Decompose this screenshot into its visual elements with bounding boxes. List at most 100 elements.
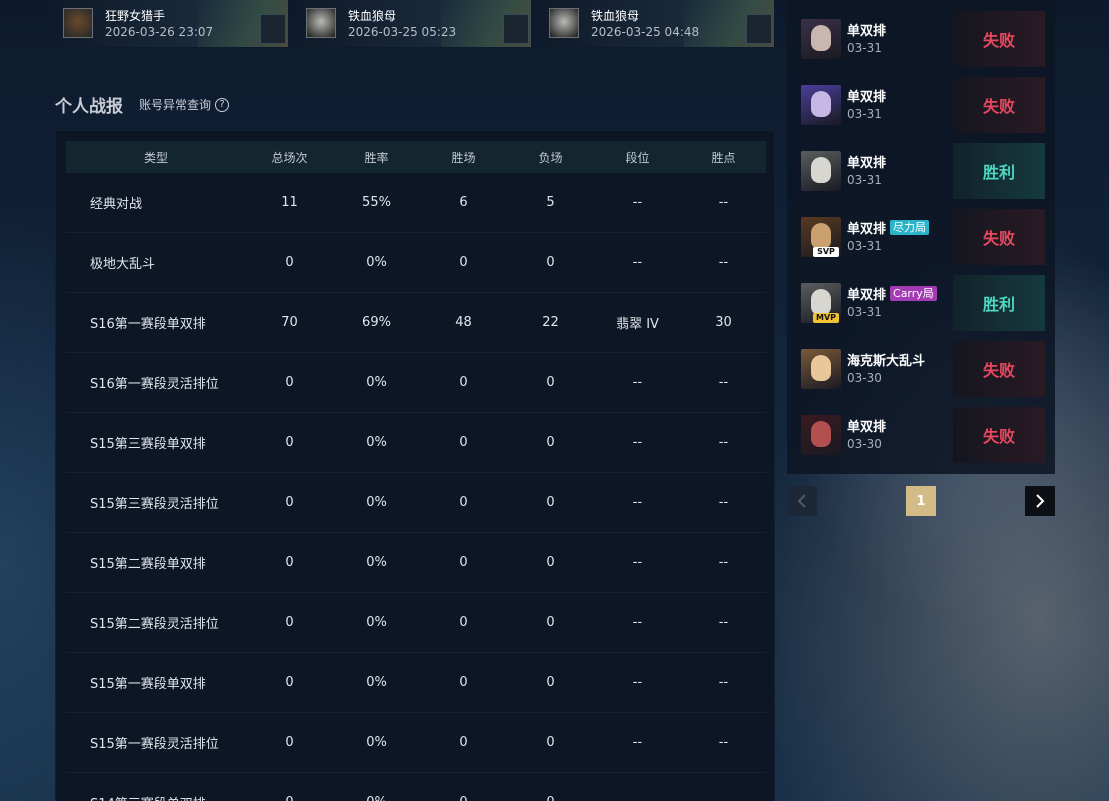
column-header-losses: 负场 [538, 150, 563, 165]
column-header-type: 类型 [143, 150, 168, 165]
cell-winrate: 0% [366, 255, 387, 270]
cell-total: 0 [285, 495, 294, 510]
column-header-tier: 段位 [625, 150, 650, 165]
recent-champion-cards: 狂野女猎手 2026-03-26 23:07 铁血狼母 2026-03-25 05:2… [55, 0, 775, 47]
match-time: 2026-03-26 23:07 [105, 25, 214, 39]
match-mode: 单双排 [847, 20, 886, 39]
cell-total: 0 [285, 735, 294, 750]
svp-badge: SVP [813, 247, 839, 257]
cell-total: 70 [281, 315, 298, 330]
card-item-icon [746, 14, 772, 44]
cell-type: S14第三赛段单双排 [66, 793, 246, 801]
cell-wins: 48 [455, 315, 472, 330]
match-mode-label: 单双排 [847, 24, 887, 39]
cell-winrate: 0% [366, 495, 387, 510]
cell-tier: -- [594, 795, 681, 801]
cell-winrate: 0% [366, 435, 387, 450]
match-time: 2026-03-25 04:48 [591, 25, 700, 39]
match-item[interactable]: 海克斯大乱斗 03-30 失败 [787, 341, 1055, 397]
cell-type: S15第三赛段灵活排位 [90, 497, 219, 512]
match-item[interactable]: 单双排 03-30 失败 [787, 407, 1055, 463]
cell-total: 0 [285, 435, 294, 450]
cell-winrate: 69% [362, 315, 391, 330]
match-date: 03-31 [847, 239, 882, 253]
match-result: 胜利 [953, 143, 1045, 199]
cell-losses: 0 [507, 795, 594, 801]
page-title: 个人战报 [55, 97, 123, 117]
recent-champion-card[interactable]: 铁血狼母 2026-03-25 04:48 [541, 0, 774, 47]
match-date: 03-31 [847, 305, 882, 319]
stats-panel: 类型 总场次 胜率 胜场 负场 段位 胜点 经典对战 11 55% 6 5 -- -- 极地大乱斗 0 0% 0… [55, 130, 775, 801]
match-item[interactable]: 单双排 03-31 失败 [787, 77, 1055, 133]
cell-winrate: 0% [366, 555, 387, 570]
champion-avatar [801, 151, 841, 191]
column-header-lp: 胜点 [711, 150, 736, 165]
champion-name: 狂野女猎手 [105, 9, 166, 23]
cell-tier: -- [632, 735, 643, 750]
match-mode: 单双排 [847, 416, 886, 435]
table-row: S15第三赛段单双排 0 0% 0 0 -- -- [66, 413, 766, 473]
chevron-right-icon [1036, 494, 1045, 508]
cell-losses: 0 [546, 735, 555, 750]
cell-wins: 0 [459, 375, 468, 390]
recent-champion-card[interactable]: 狂野女猎手 2026-03-26 23:07 [55, 0, 288, 47]
cell-wins: 0 [459, 615, 468, 630]
page-number-button[interactable]: 1 [906, 486, 936, 516]
champion-portrait [811, 157, 831, 183]
mvp-badge: MVP [813, 313, 839, 323]
performance-tag: Carry局 [890, 286, 937, 301]
cell-winrate: 0% [366, 735, 387, 750]
cell-losses: 0 [546, 255, 555, 270]
match-mode: 单双排 [847, 152, 886, 171]
cell-winrate: 0% [366, 375, 387, 390]
next-page-button[interactable] [1025, 486, 1055, 516]
cell-total: 0 [246, 795, 333, 801]
cell-wins: 0 [459, 735, 468, 750]
cell-tier: -- [632, 195, 643, 210]
stats-table: 类型 总场次 胜率 胜场 负场 段位 胜点 经典对战 11 55% 6 5 -- -- 极地大乱斗 0 0% 0… [66, 141, 766, 801]
champion-avatar [801, 85, 841, 125]
match-mode-label: 单双排 [847, 288, 887, 303]
chevron-left-icon [797, 494, 806, 508]
match-item[interactable]: SVP 单双排 尽力局 03-31 失败 [787, 209, 1055, 265]
match-mode: 单双排 [847, 86, 886, 105]
cell-wins: 0 [459, 675, 468, 690]
account-anomaly-label: 账号异常查询 [139, 98, 212, 112]
cell-total: 0 [285, 615, 294, 630]
cell-tier: 翡翠 IV [616, 317, 659, 332]
cell-tier: -- [632, 495, 643, 510]
help-icon[interactable]: ? [215, 97, 230, 112]
cell-type: S15第一赛段单双排 [90, 677, 206, 692]
cell-lp: -- [718, 495, 729, 510]
cell-total: 0 [285, 375, 294, 390]
cell-total: 0 [285, 255, 294, 270]
card-item-icon [260, 14, 286, 44]
match-date: 03-31 [847, 107, 882, 121]
pagination: 1 [787, 486, 1055, 516]
table-row: S16第一赛段灵活排位 0 0% 0 0 -- -- [66, 353, 766, 413]
cell-type: 经典对战 [90, 197, 143, 212]
cell-wins: 6 [459, 195, 468, 210]
match-date: 03-30 [847, 437, 882, 451]
match-time: 2026-03-25 05:23 [348, 25, 457, 39]
cell-wins: 0 [459, 435, 468, 450]
match-item[interactable]: 单双排 03-31 胜利 [787, 143, 1055, 199]
match-mode-label: 单双排 [847, 156, 887, 171]
cell-type: 极地大乱斗 [90, 257, 156, 272]
match-mode: 海克斯大乱斗 [847, 350, 925, 369]
match-result: 失败 [953, 407, 1045, 463]
match-item[interactable]: MVP 单双排 Carry局 03-31 胜利 [787, 275, 1055, 331]
cell-type: S15第二赛段单双排 [90, 557, 206, 572]
prev-page-button[interactable] [787, 486, 817, 516]
champion-avatar [306, 8, 336, 38]
cell-losses: 0 [546, 375, 555, 390]
champion-avatar: SVP [801, 217, 841, 257]
cell-winrate: 0% [366, 675, 387, 690]
match-history-panel: 单双排 03-31 失败 单双排 03-31 失败 单双排 03-31 胜利 SVP 单双排 尽力局 0… [787, 0, 1055, 474]
match-mode: 单双排 Carry局 [847, 284, 937, 303]
match-item[interactable]: 单双排 03-31 失败 [787, 11, 1055, 67]
cell-total: 0 [285, 555, 294, 570]
recent-champion-card[interactable]: 铁血狼母 2026-03-25 05:23 [298, 0, 531, 47]
match-result: 失败 [953, 209, 1045, 265]
account-anomaly-link[interactable]: 账号异常查询 ? [139, 96, 230, 113]
